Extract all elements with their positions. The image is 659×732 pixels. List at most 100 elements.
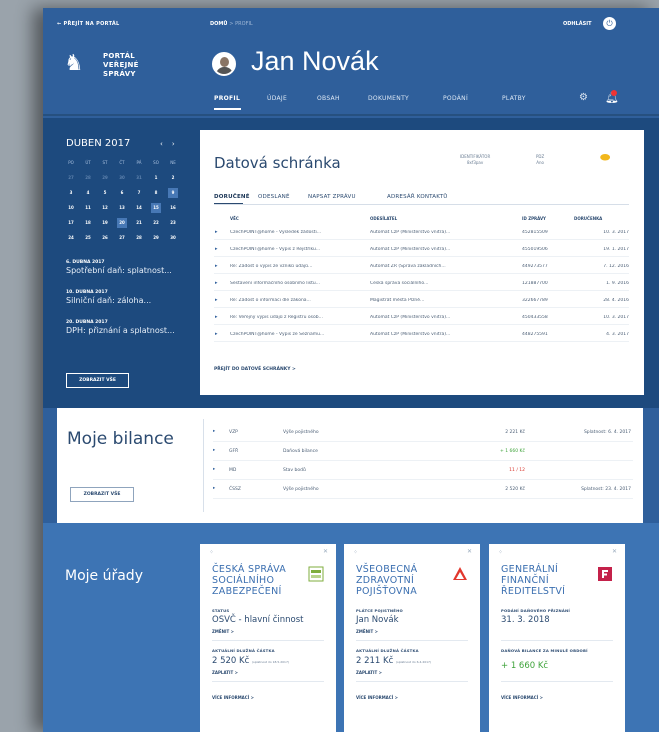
calendar-day[interactable]: 7 (134, 188, 144, 198)
more-info-link[interactable]: VÍCE INFORMACÍ > (501, 695, 543, 700)
message-subject: Re: Žádost o informaci dle zákona... (230, 298, 311, 303)
pay-link[interactable]: ZAPLATIT > (212, 670, 238, 675)
more-info-link[interactable]: VÍCE INFORMACÍ > (356, 695, 398, 700)
calendar-day[interactable]: 27 (66, 173, 76, 183)
calendar-day[interactable]: 3 (66, 188, 76, 198)
change-link[interactable]: ZMĚNIT > (356, 629, 378, 634)
calendar-day[interactable]: 1 (151, 173, 161, 183)
calendar-day[interactable]: 18 (83, 218, 93, 228)
tab-odeslane[interactable]: ODESLANÉ (258, 194, 290, 200)
calendar-day[interactable]: 29 (100, 173, 110, 183)
tab-adresar-kontaktu[interactable]: ADRESÁŘ KONTAKTŮ (387, 194, 447, 200)
office-card-vzp[interactable]: ⁘ ✕ VŠEOBECNÁ ZDRAVOTNÍ POJIŠŤOVNA PLÁTC… (344, 544, 480, 732)
calendar-event[interactable]: 6. DUBNA 2017 Spotřební daň: splatnost..… (66, 260, 172, 275)
calendar-day-highlighted[interactable]: 15 (151, 203, 161, 213)
office-card-gfr[interactable]: ⁘ ✕ GENERÁLNÍ FINANČNÍ ŘEDITELSTVÍ PODÁN… (489, 544, 625, 732)
nav-obsah[interactable]: OBSAH (317, 95, 340, 102)
logout-link[interactable]: ODHLÁSIT (563, 21, 592, 27)
drag-handle-icon[interactable]: ⁘ (498, 549, 503, 556)
calendar-day[interactable]: 4 (83, 188, 93, 198)
calendar-day[interactable]: 16 (168, 203, 178, 213)
calendar-day[interactable]: 22 (151, 218, 161, 228)
power-icon[interactable]: ⏻ (603, 17, 616, 30)
calendar-event[interactable]: 10. DUBNA 2017 Silniční daň: záloha... (66, 290, 151, 305)
calendar-day[interactable]: 14 (134, 203, 144, 213)
drag-handle-icon[interactable]: ⁘ (209, 549, 214, 556)
calendar-week: 17 18 19 20 21 22 23 (66, 218, 186, 233)
close-icon[interactable]: ✕ (467, 548, 472, 555)
calendar-day[interactable]: 17 (66, 218, 76, 228)
go-to-databox-link[interactable]: PŘEJÍT DO DATOVÉ SCHRÁNKY > (214, 367, 296, 372)
message-subject: CzechPOINT@home - Výpis ze Seznamu... (230, 332, 325, 337)
calendar-show-all-button[interactable]: ZOBRAZIT VŠE (66, 373, 129, 388)
calendar-day[interactable]: 12 (100, 203, 110, 213)
back-to-portal-link[interactable]: ← PŘEJÍT NA PORTÁL (57, 21, 120, 27)
tab-dorucene[interactable]: DORUČENÉ (214, 194, 250, 200)
pay-link[interactable]: ZAPLATIT > (356, 670, 382, 675)
calendar-day[interactable]: 19 (100, 218, 110, 228)
avatar[interactable] (212, 52, 236, 76)
calendar-day-highlighted[interactable]: 20 (117, 218, 127, 228)
calendar-day[interactable]: 8 (151, 188, 161, 198)
column-header: VĚC (230, 216, 239, 221)
table-row[interactable]: ▸ Re: Veřejný výpis údajů z Registru oso… (214, 311, 629, 325)
calendar-day[interactable]: 30 (168, 233, 178, 243)
calendar-day[interactable]: 5 (100, 188, 110, 198)
weekday-label: PO (68, 160, 74, 165)
table-row[interactable]: ▸ Re: Žádost o výpis ze vzniků údajů... … (214, 260, 629, 274)
nav-podani[interactable]: PODÁNÍ (443, 95, 468, 102)
calendar-day[interactable]: 28 (83, 173, 93, 183)
calendar-day-highlighted[interactable]: 9 (168, 188, 178, 198)
balance-row[interactable]: ▸ ČSSZ Výše pojistného 2 520 Kč Splatnos… (213, 481, 633, 499)
calendar-day[interactable]: 30 (117, 173, 127, 183)
gear-icon[interactable]: ⚙ (579, 92, 588, 103)
calendar-day[interactable]: 21 (134, 218, 144, 228)
balance-row[interactable]: ▸ MD Stav bodů 11 / 12 (213, 462, 633, 480)
drag-handle-icon[interactable]: ⁘ (353, 549, 358, 556)
row-bullet-icon: ▸ (215, 246, 218, 252)
balance-show-all-button[interactable]: ZOBRAZIT VŠE (70, 487, 134, 502)
notification-bell-icon[interactable]: 🔔︎ (605, 90, 619, 104)
portal-logo[interactable]: PORTÁL VEŘEJNÉ SPRÁVY (103, 52, 139, 79)
calendar-day[interactable]: 25 (83, 233, 93, 243)
nav-dokumenty[interactable]: DOKUMENTY (368, 95, 409, 102)
office-card-cssz[interactable]: ⁘ ✕ ČESKÁ SPRÁVA SOCIÁLNÍHO ZABEZPEČENÍ … (200, 544, 336, 732)
tab-napsat-zpravu[interactable]: NAPSAT ZPRÁVU (308, 194, 356, 200)
table-row[interactable]: ▸ CzechPOINT@home - Výpis z Rejstříku...… (214, 243, 629, 257)
table-row[interactable]: ▸ CzechPOINT@home - Výpis ze Seznamu... … (214, 328, 629, 342)
change-link[interactable]: ZMĚNIT > (212, 629, 234, 634)
row-bullet-icon: ▸ (215, 297, 218, 303)
table-row[interactable]: ▸ Sestavení informačního osobního listu.… (214, 277, 629, 291)
table-row[interactable]: ▸ CzechPOINT@home - Výsledek žádosti... … (214, 226, 629, 240)
calendar-day[interactable]: 31 (134, 173, 144, 183)
calendar-day[interactable]: 29 (151, 233, 161, 243)
message-sender: Automat ZR (Správa základních... (370, 264, 446, 269)
event-text: Spotřební daň: splatnost... (66, 266, 172, 275)
calendar-day[interactable]: 26 (100, 233, 110, 243)
calendar-day[interactable]: 13 (117, 203, 127, 213)
breadcrumb-home[interactable]: DOMŮ (210, 21, 227, 27)
nav-profil[interactable]: PROFIL (214, 95, 240, 102)
calendar-day[interactable]: 23 (168, 218, 178, 228)
nav-platby[interactable]: PLATBY (502, 95, 526, 102)
calendar-day[interactable]: 24 (66, 233, 76, 243)
close-icon[interactable]: ✕ (323, 548, 328, 555)
table-row[interactable]: ▸ Re: Žádost o informaci dle zákona... M… (214, 294, 629, 308)
chevron-right-icon[interactable]: › (172, 140, 184, 148)
calendar-day[interactable]: 2 (168, 173, 178, 183)
row-bullet-icon: ▸ (215, 331, 218, 337)
nav-udaje[interactable]: ÚDAJE (267, 95, 287, 102)
calendar-event[interactable]: 20. DUBNA 2017 DPH: přiznání a splatnost… (66, 320, 175, 335)
office-field-value: Jan Novák (356, 615, 399, 625)
close-icon[interactable]: ✕ (612, 548, 617, 555)
calendar-day[interactable]: 11 (83, 203, 93, 213)
calendar-day[interactable]: 6 (117, 188, 127, 198)
more-info-link[interactable]: VÍCE INFORMACÍ > (212, 695, 254, 700)
calendar-week: 10 11 12 13 14 15 16 (66, 203, 186, 218)
balance-row[interactable]: ▸ GFŘ Daňová bilance + 1 660 Kč (213, 443, 633, 461)
balance-row[interactable]: ▸ VZP Výše pojistného 2 221 Kč Splatnost… (213, 424, 633, 442)
calendar-day[interactable]: 28 (134, 233, 144, 243)
calendar-day[interactable]: 27 (117, 233, 127, 243)
calendar-day[interactable]: 10 (66, 203, 76, 213)
chevron-left-icon[interactable]: ‹ (160, 140, 172, 148)
